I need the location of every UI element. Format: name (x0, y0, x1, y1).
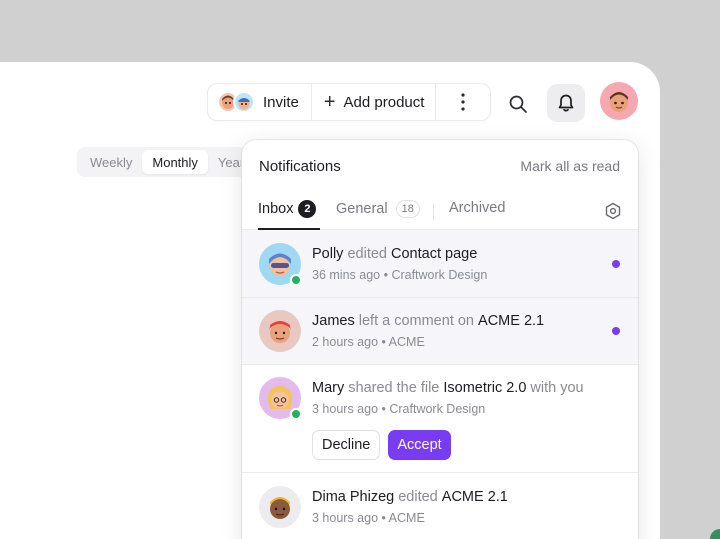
notification-meta: 3 hours ago • ACME (312, 511, 425, 525)
search-button[interactable] (503, 89, 533, 119)
panel-header: Notifications Mark all as read (242, 140, 638, 192)
avatar (259, 243, 302, 286)
invite-button[interactable]: Invite (208, 84, 312, 120)
notification-text: Mary shared the file Isometric 2.0 with … (312, 380, 584, 396)
tab-general[interactable]: General 18 (336, 200, 420, 218)
plus-icon: + (323, 91, 336, 113)
notifications-panel: Notifications Mark all as read Inbox 2 G… (242, 140, 638, 539)
notification-action: edited (347, 246, 387, 262)
notification-text: Polly edited Contact page (312, 246, 477, 262)
memoji-avatar-icon (233, 91, 255, 113)
memoji-avatar-icon (269, 321, 291, 343)
notification-item[interactable]: Polly edited Contact page 36 mins ago • … (242, 230, 638, 298)
notification-source: Craftwork Design (391, 268, 488, 282)
period-segmented-control: Weekly Monthly Yearly (77, 147, 252, 177)
notifications-button[interactable] (547, 84, 585, 122)
notification-time: 36 mins ago (312, 268, 381, 282)
notification-item[interactable]: Dima Phizeg edited ACME 2.1 3 hours ago … (242, 473, 638, 539)
panel-title: Notifications (259, 158, 341, 175)
more-vertical-icon (461, 93, 465, 111)
segment-weekly[interactable]: Weekly (80, 150, 142, 174)
online-status-dot (290, 408, 302, 420)
notification-source: ACME (388, 335, 425, 349)
bell-icon (558, 94, 574, 112)
notification-tabs: Inbox 2 General 18 Archived (242, 192, 638, 230)
tab-inbox[interactable]: Inbox 2 (258, 200, 317, 218)
tab-label: Archived (449, 200, 506, 216)
notification-meta: 3 hours ago • Craftwork Design (312, 402, 486, 416)
toolbar-group: Invite + Add product (207, 83, 491, 121)
online-status-dot (290, 274, 302, 286)
notification-meta: 2 hours ago • ACME (312, 335, 425, 349)
add-product-button[interactable]: + Add product (312, 84, 437, 120)
notification-item[interactable]: James left a comment on ACME 2.1 2 hours… (242, 298, 638, 365)
avatar (259, 310, 301, 352)
accept-button[interactable]: Accept (388, 430, 451, 460)
tab-archived[interactable]: Archived (449, 200, 505, 216)
notification-user: Mary (312, 380, 345, 396)
inbox-count-badge: 2 (298, 200, 317, 218)
notification-time: 3 hours ago (312, 402, 379, 416)
notification-time: 3 hours ago (312, 511, 379, 525)
notification-user: James (312, 313, 355, 329)
gear-icon (605, 202, 621, 220)
avatar (259, 486, 301, 528)
notification-time: 2 hours ago (312, 335, 379, 349)
notification-text: Dima Phizeg edited ACME 2.1 (312, 489, 508, 505)
user-avatar[interactable] (600, 82, 638, 120)
notification-target: ACME 2.1 (478, 313, 545, 329)
mark-all-read-link[interactable]: Mark all as read (520, 158, 620, 174)
notification-text: James left a comment on ACME 2.1 (312, 313, 544, 329)
notification-target: Isometric 2.0 (443, 380, 527, 396)
notification-target: ACME 2.1 (441, 489, 508, 505)
tab-label: General (336, 201, 388, 217)
notification-meta: 36 mins ago • Craftwork Design (312, 268, 488, 282)
invite-label: Invite (263, 93, 299, 111)
notification-action: edited (398, 489, 438, 505)
search-icon (509, 95, 527, 113)
more-options-button[interactable] (436, 84, 490, 120)
notification-user: Polly (312, 246, 344, 262)
background-corner (710, 529, 720, 539)
avatar (259, 377, 302, 420)
unread-indicator (612, 260, 620, 268)
general-count-badge: 18 (395, 200, 420, 218)
notification-source: ACME (388, 511, 425, 525)
invite-actions: Decline Accept (312, 430, 451, 460)
notification-action: shared the file (348, 380, 440, 396)
segment-monthly[interactable]: Monthly (142, 150, 208, 174)
memoji-avatar-icon (610, 92, 628, 112)
notification-action: left a comment on (358, 313, 474, 329)
memoji-avatar-icon (270, 497, 290, 519)
notification-target: Contact page (391, 246, 478, 262)
notification-suffix: with you (530, 380, 584, 396)
notification-user: Dima Phizeg (312, 489, 395, 505)
unread-indicator (612, 327, 620, 335)
tab-label: Inbox (258, 201, 294, 217)
decline-button[interactable]: Decline (312, 430, 381, 460)
notification-settings-button[interactable] (602, 200, 624, 222)
add-product-label: Add product (343, 93, 425, 111)
tab-divider (433, 204, 434, 220)
notification-item[interactable]: Mary shared the file Isometric 2.0 with … (242, 365, 638, 473)
invite-avatars (217, 91, 255, 113)
notification-source: Craftwork Design (389, 402, 486, 416)
